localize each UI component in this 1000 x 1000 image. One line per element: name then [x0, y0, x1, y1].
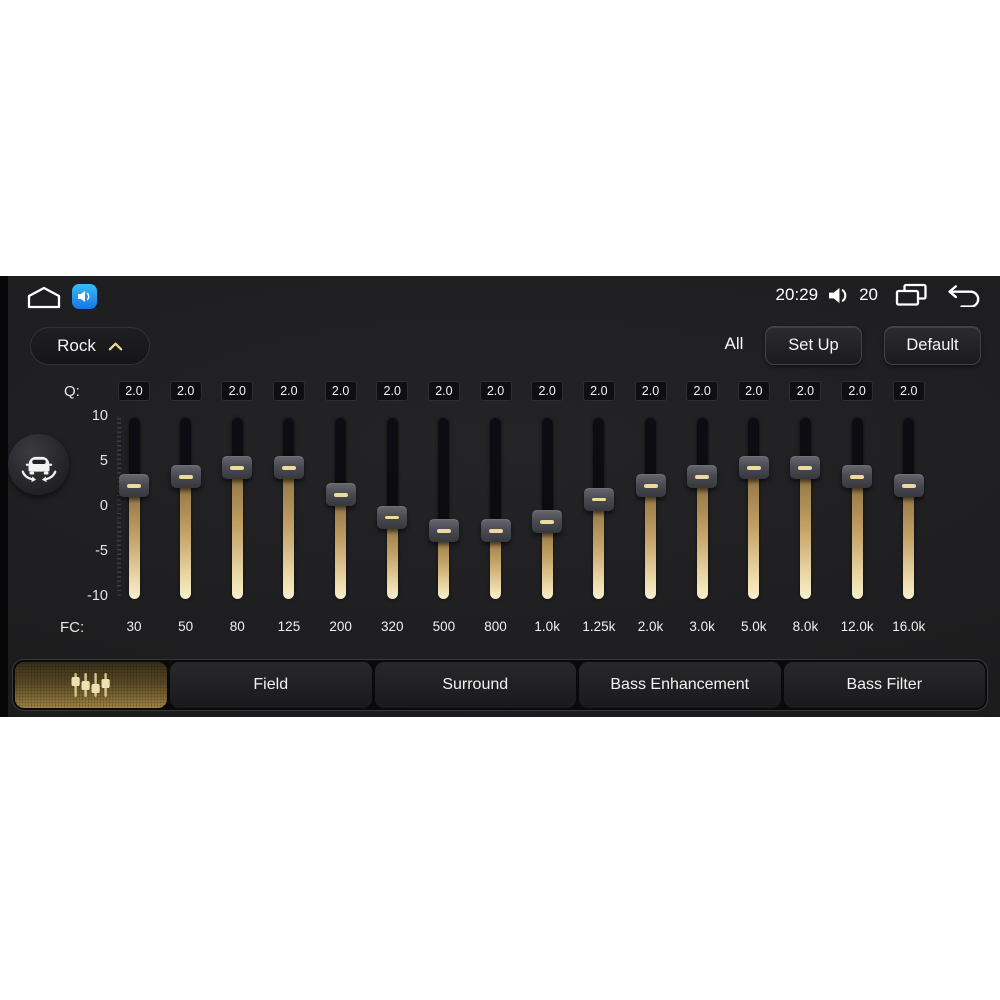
handle-dash [850, 475, 865, 479]
slider-fill [748, 467, 760, 599]
tab-equalizer[interactable] [15, 662, 167, 708]
tab-surround[interactable]: Surround [374, 662, 576, 708]
q-value-2.0k[interactable]: 2.0 [634, 381, 667, 401]
handle-dash [695, 475, 710, 479]
q-value-500[interactable]: 2.0 [427, 381, 460, 401]
fc-value-16.0k: 16.0k [892, 619, 926, 634]
eq-area: Q: FC: 10 5 0 -5 -10 2.0 30 2.0 50 2.0 80 2.0 125 2.0… [0, 276, 1000, 717]
eq-slider-8.0k[interactable] [790, 418, 821, 599]
fc-row-label: FC: [60, 619, 85, 636]
slider-fill [386, 517, 398, 599]
handle-dash [385, 515, 400, 520]
slider-fill [799, 467, 811, 599]
screenshot-page: 20:29 20 Rock All Set Up Default Q: FC: … [0, 0, 1000, 1000]
slider-handle[interactable] [325, 483, 356, 506]
slider-handle[interactable] [842, 465, 873, 488]
q-value-1.0k[interactable]: 2.0 [531, 381, 564, 401]
db-axis-label: 0 [99, 498, 108, 514]
q-value-16.0k[interactable]: 2.0 [892, 381, 925, 401]
slider-handle[interactable] [893, 474, 924, 497]
handle-dash [591, 497, 606, 502]
slider-fill [541, 521, 553, 599]
eq-slider-2.0k[interactable] [635, 418, 666, 599]
eq-slider-80[interactable] [222, 418, 253, 599]
slider-fill [851, 476, 863, 599]
slider-fill [231, 467, 243, 599]
eq-slider-5.0k[interactable] [738, 418, 769, 599]
handle-dash [230, 466, 245, 470]
slider-fill [180, 476, 192, 599]
q-row-label: Q: [64, 383, 80, 400]
sound-field-button[interactable] [8, 434, 69, 495]
tab-bass-enhancement[interactable]: Bass Enhancement [579, 662, 781, 708]
handle-dash [127, 484, 141, 488]
slider-fill [128, 485, 140, 599]
slider-handle[interactable] [222, 456, 253, 479]
slider-fill [645, 485, 656, 599]
db-axis-label: -5 [95, 543, 108, 559]
eq-slider-30[interactable] [119, 418, 149, 599]
q-value-800[interactable]: 2.0 [479, 381, 512, 401]
handle-dash [488, 529, 503, 533]
eq-slider-3.0k[interactable] [687, 418, 718, 599]
eq-slider-12.0k[interactable] [842, 418, 873, 599]
q-value-125[interactable]: 2.0 [272, 381, 305, 401]
slider-handle[interactable] [170, 465, 201, 488]
eq-slider-800[interactable] [480, 418, 511, 599]
slider-handle[interactable] [583, 487, 614, 511]
q-value-80[interactable]: 2.0 [221, 381, 254, 401]
handle-dash [333, 493, 348, 497]
q-value-1.25k[interactable]: 2.0 [582, 381, 615, 401]
eq-slider-1.25k[interactable] [583, 418, 614, 599]
slider-fill [696, 476, 708, 599]
slider-handle[interactable] [687, 465, 718, 488]
db-axis-label: 10 [91, 408, 108, 424]
slider-handle[interactable] [377, 505, 408, 529]
slider-handle[interactable] [532, 510, 563, 533]
db-axis-label: -10 [87, 588, 108, 604]
slider-handle[interactable] [738, 456, 769, 479]
slider-handle[interactable] [635, 474, 666, 497]
q-value-30[interactable]: 2.0 [118, 381, 150, 401]
handle-dash [436, 529, 451, 533]
q-value-3.0k[interactable]: 2.0 [686, 381, 719, 401]
slider-fill [593, 499, 605, 599]
tab-bass-filter[interactable]: Bass Filter [783, 662, 985, 708]
handle-dash [746, 466, 761, 470]
slider-handle[interactable] [273, 456, 304, 479]
car-sound-field-icon [21, 456, 56, 482]
handle-dash [178, 475, 193, 479]
eq-slider-200[interactable] [325, 418, 356, 599]
eq-slider-320[interactable] [377, 418, 408, 599]
slider-handle[interactable] [428, 519, 459, 542]
q-value-8.0k[interactable]: 2.0 [789, 381, 822, 401]
eq-slider-500[interactable] [428, 418, 459, 599]
head-unit-screen: 20:29 20 Rock All Set Up Default Q: FC: … [0, 276, 1000, 717]
equalizer-sliders-icon [71, 673, 110, 697]
handle-dash [901, 484, 916, 488]
eq-slider-50[interactable] [170, 418, 201, 599]
slider-handle[interactable] [790, 456, 821, 479]
bottom-tab-bar: Field Surround Bass Enhancement Bass Fil… [12, 659, 988, 711]
handle-dash [643, 484, 658, 488]
slider-handle[interactable] [119, 474, 149, 497]
slider-fill [903, 485, 915, 599]
handle-dash [540, 520, 555, 524]
handle-dash [798, 466, 813, 470]
tab-field[interactable]: Field [170, 662, 372, 708]
eq-slider-1.0k[interactable] [532, 418, 563, 599]
q-value-50[interactable]: 2.0 [169, 381, 202, 401]
slider-fill [283, 467, 295, 599]
eq-slider-125[interactable] [273, 418, 304, 599]
slider-fill [335, 494, 347, 599]
q-value-320[interactable]: 2.0 [376, 381, 409, 401]
handle-dash [281, 466, 296, 470]
q-value-12.0k[interactable]: 2.0 [841, 381, 874, 401]
slider-handle[interactable] [480, 519, 511, 542]
q-value-200[interactable]: 2.0 [324, 381, 357, 401]
eq-slider-16.0k[interactable] [893, 418, 924, 599]
q-value-5.0k[interactable]: 2.0 [737, 381, 770, 401]
